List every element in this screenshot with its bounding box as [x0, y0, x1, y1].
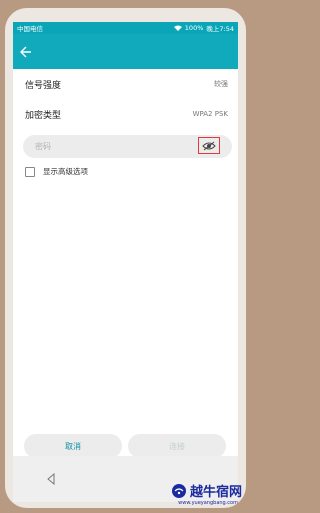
advanced-options-row[interactable]: 显示高级选项	[13, 158, 238, 177]
wifi-icon	[173, 25, 182, 31]
back-button[interactable]	[17, 43, 35, 61]
password-wrap	[13, 129, 238, 158]
eye-icon	[202, 141, 216, 150]
time-label: 晚上7:54	[206, 25, 234, 33]
encryption-row: 加密类型 WPA2 PSK	[13, 99, 238, 129]
password-field-container	[23, 135, 232, 158]
watermark-text: 越牛宿网	[189, 485, 242, 500]
advanced-options-checkbox[interactable]	[25, 166, 35, 177]
signal-strength-row: 信号强度 较强	[13, 69, 238, 99]
app-bar	[13, 34, 238, 69]
signal-strength-value: 较强	[214, 80, 228, 88]
watermark-url: www.yueyangbang.com	[178, 500, 238, 506]
logo-icon	[171, 483, 186, 498]
advanced-options-label: 显示高级选项	[43, 167, 88, 176]
phone-frame: 中国电信 100% 晚上7:54 信号强度 较强 加密类型 WPA2 PSK 显…	[5, 8, 246, 508]
connect-button[interactable]: 连接	[128, 434, 226, 458]
watermark: 越牛宿网	[171, 481, 242, 500]
status-right: 100% 晚上7:54	[173, 23, 234, 33]
signal-strength-label: 信号强度	[25, 80, 62, 91]
show-password-toggle[interactable]	[198, 137, 220, 154]
wifi-details: 信号强度 较强 加密类型 WPA2 PSK 显示高级选项 取消 连接	[13, 69, 238, 468]
status-bar: 中国电信 100% 晚上7:54	[13, 22, 238, 34]
battery-label: 100%	[184, 24, 204, 32]
cancel-button[interactable]: 取消	[24, 434, 122, 458]
password-input[interactable]	[33, 141, 187, 152]
encryption-value: WPA2 PSK	[192, 110, 228, 118]
nav-back-icon[interactable]	[45, 473, 57, 485]
carrier-label: 中国电信	[17, 25, 43, 33]
screen: 中国电信 100% 晚上7:54 信号强度 较强 加密类型 WPA2 PSK 显…	[13, 22, 238, 502]
back-arrow-icon	[20, 46, 31, 57]
empty-space	[13, 177, 238, 432]
encryption-label: 加密类型	[25, 110, 62, 121]
